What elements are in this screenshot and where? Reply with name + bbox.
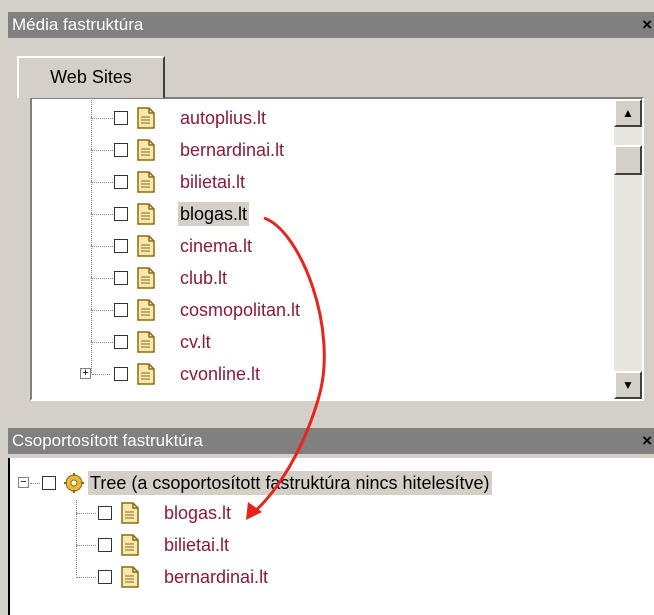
vertical-scrollbar[interactable]: ▲ ▼ — [614, 99, 642, 399]
checkbox[interactable] — [114, 111, 128, 125]
checkbox[interactable] — [114, 367, 128, 381]
tree-item-label[interactable]: club.lt — [178, 266, 229, 290]
close-icon[interactable]: × — [642, 428, 652, 454]
tree-item[interactable]: bernardinai.lt — [32, 117, 602, 165]
tree-item[interactable]: bilietai.lt — [32, 149, 602, 197]
checkbox[interactable] — [114, 335, 128, 349]
page-icon — [136, 203, 156, 225]
checkbox[interactable] — [114, 303, 128, 317]
tree-item[interactable]: bernardinai.lt — [10, 562, 610, 592]
page-icon — [136, 107, 156, 129]
tree-item[interactable]: cv.lt — [32, 309, 602, 357]
checkbox[interactable] — [98, 570, 112, 584]
tree-item-label[interactable]: bilietai.lt — [162, 533, 231, 557]
tree-item[interactable]: autoplius.lt — [32, 99, 602, 133]
tree-item[interactable]: cinema.lt — [32, 213, 602, 261]
collapse-icon[interactable]: − — [18, 477, 29, 488]
page-icon — [136, 299, 156, 321]
grouped-tree[interactable]: − Tree (a csoportosított fastruktúra nin… — [8, 458, 654, 615]
checkbox[interactable] — [114, 239, 128, 253]
tab-web-sites[interactable]: Web Sites — [17, 56, 165, 98]
scroll-thumb[interactable] — [614, 145, 642, 175]
tree-root-row[interactable]: − Tree (a csoportosított fastruktúra nin… — [16, 468, 616, 498]
tree-item[interactable]: cosmopolitan.lt — [32, 277, 602, 325]
checkbox[interactable] — [42, 476, 56, 490]
tree-item-label[interactable]: cv.lt — [178, 330, 213, 354]
page-icon — [120, 502, 140, 524]
scroll-up-icon[interactable]: ▲ — [614, 99, 642, 127]
tree-item-label[interactable]: autoplius.lt — [178, 106, 268, 130]
page-icon — [120, 566, 140, 588]
page-icon — [136, 171, 156, 193]
checkbox[interactable] — [114, 271, 128, 285]
tree-item-label[interactable]: cvonline.lt — [178, 362, 262, 386]
pane-title: Média fastruktúra — [12, 15, 144, 34]
tree-item-label[interactable]: bernardinai.lt — [162, 565, 270, 589]
gear-icon — [64, 473, 84, 493]
page-icon — [136, 139, 156, 161]
tree-item-label[interactable]: bilietai.lt — [178, 170, 247, 194]
checkbox[interactable] — [114, 143, 128, 157]
scroll-down-icon[interactable]: ▼ — [614, 371, 642, 399]
pane-title: Csoportosított fastruktúra — [12, 431, 203, 450]
tree-item-label[interactable]: bernardinai.lt — [178, 138, 286, 162]
grouped-tree-title-bar: Csoportosított fastruktúra × — [8, 428, 654, 454]
page-icon — [120, 534, 140, 556]
tree-root-label[interactable]: Tree (a csoportosított fastruktúra nincs… — [88, 471, 492, 495]
tree-item-label[interactable]: blogas.lt — [162, 501, 233, 525]
page-icon — [136, 235, 156, 257]
checkbox[interactable] — [114, 175, 128, 189]
web-sites-tree[interactable]: autoplius.lt bernardinai.lt bilietai.lt blo… — [30, 97, 644, 401]
checkbox[interactable] — [98, 506, 112, 520]
checkbox[interactable] — [98, 538, 112, 552]
page-icon — [136, 363, 156, 385]
tree-item[interactable]: + cvonline.lt — [32, 341, 602, 389]
tree-item[interactable]: blogas.lt — [32, 181, 602, 229]
checkbox[interactable] — [114, 207, 128, 221]
close-icon[interactable]: × — [642, 12, 652, 38]
media-tree-title-bar: Média fastruktúra × — [8, 12, 654, 38]
page-icon — [136, 267, 156, 289]
tree-item[interactable]: blogas.lt — [10, 498, 610, 528]
tree-item-label[interactable]: blogas.lt — [178, 202, 250, 226]
tree-item[interactable]: club.lt — [32, 245, 602, 293]
tree-item-label[interactable]: cosmopolitan.lt — [178, 298, 302, 322]
page-icon — [136, 331, 156, 353]
expand-icon[interactable]: + — [80, 368, 91, 379]
tree-item[interactable]: bilietai.lt — [10, 530, 610, 560]
tree-item-label[interactable]: cinema.lt — [178, 234, 254, 258]
